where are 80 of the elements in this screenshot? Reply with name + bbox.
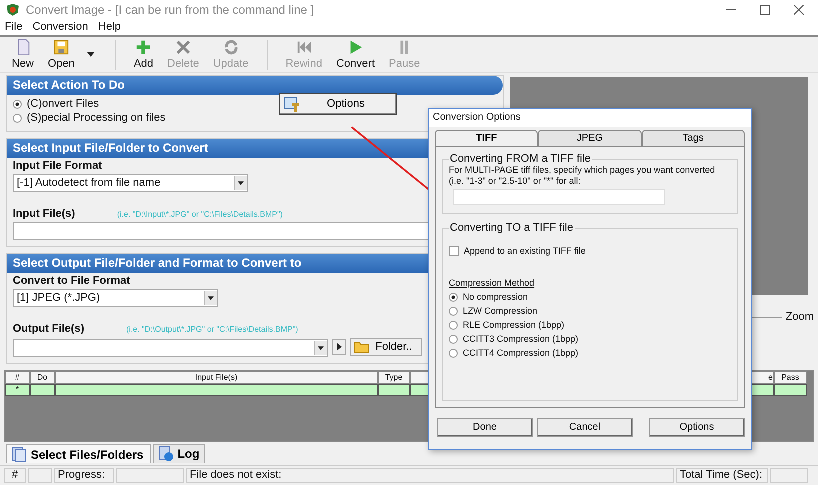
dropdown-caret-icon[interactable] (86, 52, 95, 58)
dialog-button[interactable]: Options (649, 418, 745, 437)
field-label: Input File(s) (13, 208, 76, 220)
tab[interactable]: Tags (642, 130, 745, 146)
instruction-text: For MULTI-PAGE tiff files, specify which pages you want converted (i.e. "1-3" or "2.5-10" or "*" for all: (449, 165, 716, 187)
radio-label[interactable]: RLE Compression (1bpp) (463, 320, 565, 330)
dialog-button[interactable]: Done (437, 418, 533, 437)
radio-button[interactable] (449, 306, 458, 316)
section-header: Select Action To Do (7, 76, 503, 96)
zoom-label: Zoom (786, 311, 814, 324)
status-field (770, 468, 808, 484)
status-field (28, 468, 52, 484)
menu-item[interactable]: Help (98, 20, 121, 34)
pages-field[interactable] (453, 189, 665, 205)
tab[interactable]: Log (152, 444, 205, 464)
radio-button[interactable] (13, 114, 22, 123)
field-label: Convert to File Format (13, 275, 130, 288)
status-message: File does not exist: (186, 468, 674, 484)
progress-field (116, 468, 184, 484)
radio-label[interactable]: CCITT3 Compression (1bpp) (463, 334, 579, 344)
refresh-icon (222, 39, 240, 56)
hint-text: (i.e. "D:\Input\*.JPG" or "C:\Files\Details.BMP") (117, 210, 283, 220)
field-label: Input File Format (13, 160, 102, 172)
hint-text: (i.e. "D:\Output\*.JPG" or "C:\Files\Details.BMP") (126, 325, 298, 334)
table-cell (774, 384, 807, 396)
dialog-button[interactable]: Cancel (537, 418, 633, 437)
menu-item[interactable]: File (5, 20, 23, 34)
folder-button[interactable]: Folder.. (350, 338, 422, 356)
radio-button[interactable] (13, 100, 22, 109)
column-header[interactable]: Pass (774, 371, 807, 384)
radio-button[interactable] (449, 348, 458, 358)
options-icon (284, 96, 300, 112)
radio-label[interactable]: (S)pecial Processing on files (27, 112, 166, 124)
caret-icon (238, 180, 244, 186)
compression-heading: Compression Method (449, 278, 536, 288)
radio-button[interactable] (449, 292, 458, 302)
radio-button[interactable] (449, 334, 458, 344)
status-label: # (4, 468, 26, 484)
options-button[interactable]: Options (279, 93, 397, 116)
column-header[interactable]: # (5, 371, 30, 384)
format-dropdown[interactable]: [-1] Autodetect from file name (13, 174, 248, 192)
play-icon (336, 343, 342, 352)
window-title: Convert Image - [I can be run from the command line ] (26, 3, 314, 18)
tab[interactable]: Select Files/Folders (6, 444, 151, 464)
toolbar-button[interactable]: Add (128, 39, 160, 70)
caret-icon (208, 296, 214, 301)
radio-button[interactable] (449, 320, 458, 330)
checkbox[interactable] (449, 246, 459, 256)
folder-icon (354, 340, 370, 354)
column-header[interactable]: Input File(s) (55, 371, 378, 384)
format-dropdown[interactable]: [1] JPEG (*.JPG) (13, 289, 218, 308)
tab[interactable]: TIFF (435, 130, 538, 146)
group-title: Converting TO a TIFF file (449, 222, 574, 234)
play-button[interactable] (332, 339, 346, 356)
radio-label[interactable]: (C)onvert Files (27, 98, 100, 110)
column-header[interactable]: Type (378, 371, 410, 384)
radio-label[interactable]: CCITT4 Compression (1bpp) (463, 348, 579, 358)
files-icon (11, 447, 27, 464)
field-label: Output File(s) (13, 323, 84, 336)
plus-icon (135, 39, 152, 56)
dialog-title: Conversion Options (429, 109, 751, 127)
toolbar-button[interactable]: Open (42, 39, 81, 70)
log-icon (158, 446, 174, 462)
radio-label[interactable]: LZW Compression (463, 306, 538, 316)
column-header[interactable]: Do (30, 371, 55, 384)
close-icon[interactable] (794, 5, 804, 16)
menu-item[interactable]: Conversion (32, 20, 88, 34)
checkbox-label[interactable]: Append to an existing TIFF file (464, 246, 586, 256)
toolbar-button[interactable]: New (6, 39, 40, 70)
maximize-icon[interactable] (760, 5, 770, 16)
tab[interactable]: JPEG (538, 130, 642, 146)
table-cell (30, 384, 55, 396)
status-label: Total Time (Sec): (676, 468, 768, 484)
table-cell: * (5, 384, 30, 396)
caret-icon (318, 346, 324, 351)
radio-label[interactable]: No compression (463, 292, 528, 302)
app-icon (6, 3, 20, 18)
x-icon (174, 39, 192, 56)
status-label: Progress: (54, 468, 114, 484)
toolbar-button[interactable]: Convert (330, 39, 382, 70)
